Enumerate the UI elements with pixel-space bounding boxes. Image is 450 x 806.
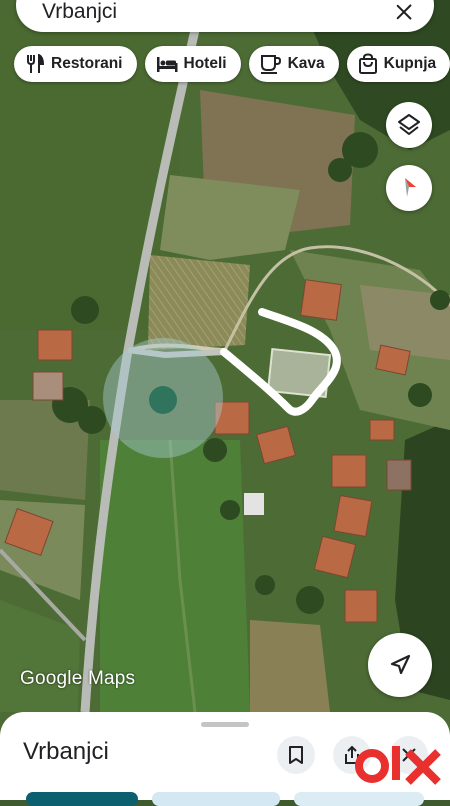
chip-coffee[interactable]: Kava (248, 46, 339, 82)
close-icon[interactable] (392, 0, 416, 24)
bed-icon (156, 57, 177, 72)
chip-label: Restorani (51, 55, 123, 72)
layers-icon (398, 114, 420, 135)
action-button-tertiary[interactable] (294, 792, 424, 806)
shopping-bag-icon (358, 53, 377, 74)
chip-label: Kava (287, 55, 325, 72)
chip-label: Hoteli (183, 55, 227, 72)
action-button-directions[interactable] (26, 792, 138, 806)
search-input[interactable]: Vrbanjci (42, 0, 392, 24)
chip-restaurants[interactable]: Restorani (14, 46, 137, 82)
chip-hotels[interactable]: Hoteli (144, 46, 241, 82)
chip-label: Kupnja (383, 55, 437, 72)
search-bar[interactable]: Vrbanjci (16, 0, 434, 32)
google-maps-logo: Google Maps (20, 668, 136, 689)
sheet-drag-handle[interactable] (201, 722, 249, 727)
action-button-secondary[interactable] (152, 792, 280, 806)
olx-watermark-logo (355, 746, 441, 785)
my-location-button[interactable] (368, 633, 432, 697)
category-chips: Restorani Hoteli Kava Kupnja (14, 46, 450, 82)
navigation-arrow-icon (390, 654, 411, 675)
fork-knife-icon (27, 54, 45, 73)
save-button[interactable] (277, 736, 315, 774)
compass-button[interactable] (386, 165, 432, 211)
chip-shopping[interactable]: Kupnja (346, 46, 450, 82)
layers-button[interactable] (386, 102, 432, 148)
place-title: Vrbanjci (23, 738, 109, 765)
coffee-cup-icon (260, 55, 281, 74)
bookmark-icon (289, 746, 303, 764)
compass-icon (405, 178, 416, 197)
